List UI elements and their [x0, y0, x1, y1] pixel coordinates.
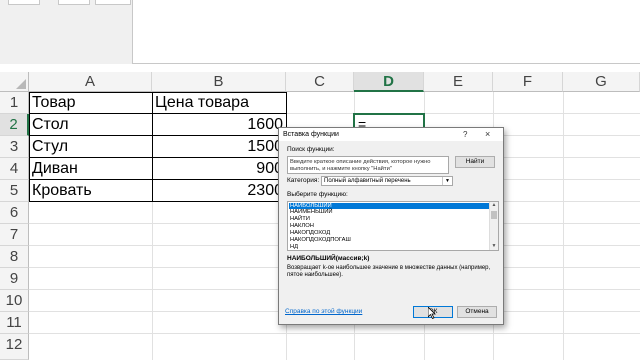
cell-a1[interactable]: Товар [29, 92, 152, 114]
column-header-f[interactable]: F [493, 72, 563, 92]
cell-b2[interactable]: 1600 [152, 114, 286, 136]
row-header-11[interactable]: 11 [0, 312, 29, 334]
column-header-d[interactable]: D [354, 72, 424, 92]
category-label: Категория: [287, 177, 320, 184]
scroll-thumb[interactable] [491, 211, 497, 219]
chevron-down-icon[interactable]: ▼ [442, 177, 452, 185]
ribbon-button-edge[interactable] [58, 0, 90, 5]
ribbon-area [0, 0, 640, 64]
cell-a4[interactable]: Диван [29, 158, 152, 180]
column-header-c[interactable]: C [286, 72, 354, 92]
row-header-7[interactable]: 7 [0, 224, 29, 246]
list-item[interactable]: НАЙТИ [290, 216, 310, 222]
category-select[interactable]: Полный алфавитный перечень ▼ [321, 176, 453, 186]
ribbon-button-edge[interactable] [8, 0, 40, 5]
name-box-area [0, 0, 132, 64]
cell-b3[interactable]: 1500 [152, 136, 286, 158]
column-header-g[interactable]: G [563, 72, 640, 92]
row-header-2[interactable]: 2 [0, 114, 29, 136]
list-item[interactable]: НД [290, 244, 298, 250]
find-button[interactable]: Найти [455, 156, 495, 168]
cell-a2[interactable]: Стол [29, 114, 152, 136]
row-header-4[interactable]: 4 [0, 158, 29, 180]
function-description: Возвращает k-ое наибольшее значение в мн… [287, 265, 491, 278]
cell-a5[interactable]: Кровать [29, 180, 152, 202]
row-header-1[interactable]: 1 [0, 92, 29, 114]
cell-b1[interactable]: Цена товара [152, 92, 286, 114]
ribbon-button-edge[interactable] [95, 0, 131, 5]
insert-function-dialog: Вставка функции ? × Поиск функции: Введи… [278, 127, 504, 325]
help-icon[interactable]: ? [463, 130, 467, 139]
column-header-b[interactable]: B [152, 72, 286, 92]
gridline [29, 333, 640, 334]
search-function-input[interactable]: Введите краткое описание действия, котор… [287, 156, 449, 174]
formula-bar-input[interactable] [132, 0, 640, 64]
cell-a3[interactable]: Стул [29, 136, 152, 158]
cell-b5[interactable]: 2300 [152, 180, 286, 202]
list-item[interactable]: НАКЛОН [290, 223, 314, 229]
function-list[interactable]: НАИБОЛЬШИЙ НАИМЕНЬШИЙ НАЙТИ НАКЛОН НАКОП… [287, 201, 499, 251]
dialog-title: Вставка функции [283, 131, 339, 138]
scroll-up-icon[interactable]: ▲ [490, 202, 498, 209]
row-header-9[interactable]: 9 [0, 268, 29, 290]
list-scrollbar[interactable]: ▲ ▼ [489, 202, 498, 250]
column-header-a[interactable]: A [29, 72, 152, 92]
list-item[interactable]: НАКОПДОХОД [290, 230, 330, 236]
row-header-8[interactable]: 8 [0, 246, 29, 268]
search-function-label: Поиск функции: [287, 146, 335, 153]
row-header-12[interactable]: 12 [0, 334, 29, 360]
close-icon[interactable]: × [485, 129, 490, 139]
row-header-3[interactable]: 3 [0, 136, 29, 158]
cell-b4[interactable]: 900 [152, 158, 286, 180]
function-signature: НАИБОЛЬШИЙ(массив;k) [287, 255, 370, 262]
row-header-6[interactable]: 6 [0, 202, 29, 224]
column-header-e[interactable]: E [424, 72, 493, 92]
category-value: Полный алфавитный перечень [324, 178, 411, 184]
dialog-title-bar[interactable]: Вставка функции ? × [279, 128, 503, 141]
row-header-10[interactable]: 10 [0, 290, 29, 312]
list-item[interactable]: НАКОПДОХОДПОГАШ [290, 237, 351, 243]
mouse-cursor-icon [428, 307, 436, 319]
scroll-down-icon[interactable]: ▼ [490, 243, 498, 250]
gridline [563, 92, 564, 360]
list-item[interactable]: НАИМЕНЬШИЙ [290, 209, 333, 215]
function-help-link[interactable]: Справка по этой функции [285, 308, 362, 315]
select-function-label: Выберите функцию: [287, 191, 348, 198]
row-header-5[interactable]: 5 [0, 180, 29, 202]
select-all-corner[interactable] [0, 72, 29, 92]
cancel-button[interactable]: Отмена [457, 306, 497, 318]
